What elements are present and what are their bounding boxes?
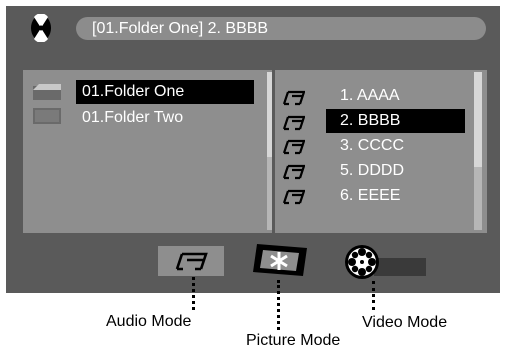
track-item-label: 1. AAAA [340, 87, 400, 104]
track-item-label: 5. DDDD [340, 162, 405, 179]
music-note-icon [283, 90, 305, 106]
track-item-label: 6. EEEE [340, 187, 401, 204]
track-item-6[interactable]: 6. EEEE [326, 184, 400, 208]
open-folder-icon [33, 84, 61, 100]
music-note-icon [283, 164, 305, 180]
music-note-icon [283, 139, 305, 155]
folder-item-folder-two[interactable]: 01.Folder Two [76, 106, 191, 130]
track-item-3[interactable]: 3. CCCC [326, 134, 404, 158]
picture-mode-leader [277, 280, 280, 330]
folder-scrollbar-thumb[interactable] [267, 72, 272, 157]
track-scrollbar[interactable] [474, 72, 482, 230]
video-mode-label: Video Mode [362, 314, 448, 331]
track-item-2[interactable]: 2. BBBB [326, 109, 465, 133]
disc-icon [31, 14, 51, 42]
audio-mode-leader [192, 277, 195, 310]
track-item-label: 2. BBBB [340, 112, 401, 129]
video-mode-button[interactable] [344, 244, 426, 280]
picture-mode-button[interactable] [253, 242, 307, 278]
folder-item-label: 01.Folder One [82, 83, 185, 100]
picture-mode-label: Picture Mode [246, 332, 341, 349]
track-item-1[interactable]: 1. AAAA [326, 84, 400, 108]
track-item-label: 3. CCCC [340, 137, 405, 154]
track-scrollbar-thumb[interactable] [474, 72, 482, 167]
now-playing-bar: [01.Folder One] 2. BBBB [76, 17, 486, 40]
track-item-5[interactable]: 5. DDDD [326, 159, 404, 183]
music-note-icon [283, 115, 305, 131]
folder-item-folder-one[interactable]: 01.Folder One [76, 80, 254, 104]
folder-item-label: 01.Folder Two [82, 109, 184, 126]
music-note-icon [283, 189, 305, 205]
audio-mode-button[interactable] [158, 246, 224, 276]
audio-mode-label: Audio Mode [106, 313, 192, 330]
video-mode-leader [372, 281, 375, 310]
folder-icon [33, 108, 61, 124]
folder-scrollbar[interactable] [267, 72, 272, 230]
